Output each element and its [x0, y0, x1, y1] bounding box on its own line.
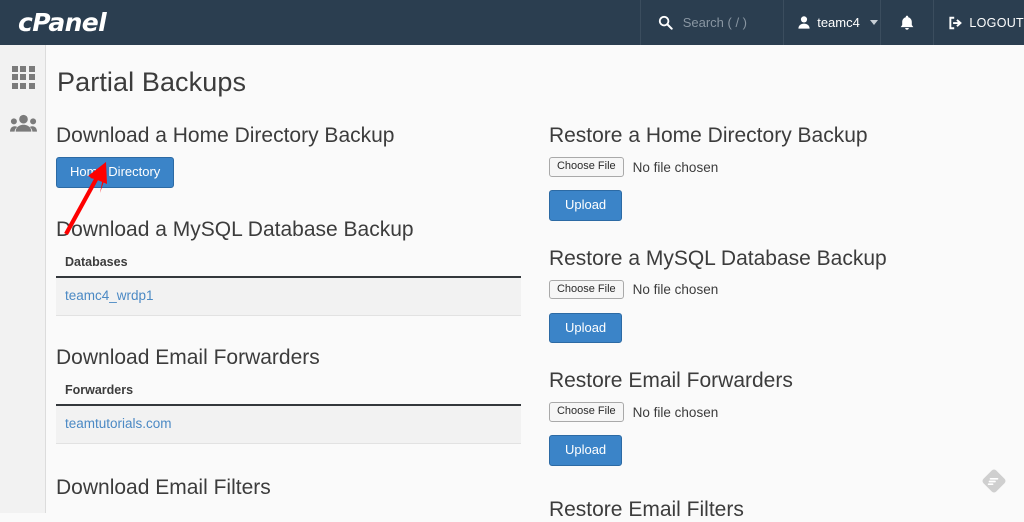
- download-email-forwarders-title: Download Email Forwarders: [56, 346, 540, 370]
- home-directory-button[interactable]: Home Directory: [56, 157, 174, 188]
- table-row[interactable]: teamc4_wrdp1: [56, 278, 521, 316]
- mysql-file-input-row: Choose File No file chosen: [549, 280, 1024, 300]
- download-column: Download a Home Directory Backup Home Di…: [56, 124, 540, 522]
- download-email-filters-title: Download Email Filters: [56, 476, 540, 500]
- feed-badge-icon[interactable]: [978, 465, 1010, 497]
- chevron-down-icon: [870, 20, 878, 25]
- bell-icon: [900, 15, 914, 31]
- sidebar-item-users[interactable]: [0, 100, 46, 146]
- choose-file-button[interactable]: Choose File: [549, 157, 624, 177]
- user-menu[interactable]: teamc4: [783, 0, 880, 45]
- search-placeholder: Search ( / ): [683, 15, 747, 30]
- top-header-bar: cPanel Search ( / ) teamc4: [0, 0, 1024, 45]
- search-box[interactable]: Search ( / ): [640, 0, 784, 45]
- forwarders-table: Forwarders teamtutorials.com: [56, 379, 521, 444]
- two-column-layout: Download a Home Directory Backup Home Di…: [56, 124, 1024, 522]
- logout-button[interactable]: LOGOUT: [933, 0, 1024, 45]
- table-row[interactable]: teamtutorials.com: [56, 406, 521, 444]
- restore-mysql-title: Restore a MySQL Database Backup: [549, 247, 1024, 271]
- users-icon: [10, 114, 37, 132]
- restore-email-filters-title: Restore Email Filters: [549, 498, 1024, 522]
- spacer: [56, 444, 540, 476]
- spacer: [549, 343, 1024, 369]
- databases-table: Databases teamc4_wrdp1: [56, 251, 521, 316]
- logout-icon: [948, 16, 963, 30]
- restore-mysql-section: Restore a MySQL Database Backup Choose F…: [549, 247, 1024, 344]
- file-status-label: No file chosen: [633, 160, 719, 175]
- spacer: [549, 221, 1024, 247]
- forwarder-link[interactable]: teamtutorials.com: [65, 416, 172, 431]
- user-icon: [798, 16, 810, 29]
- sidebar-item-apps-grid[interactable]: [0, 54, 46, 100]
- grid-icon: [12, 66, 35, 89]
- home-dir-file-input-row: Choose File No file chosen: [549, 157, 1024, 177]
- restore-column: Restore a Home Directory Backup Choose F…: [540, 124, 1024, 522]
- databases-table-header: Databases: [56, 251, 521, 278]
- main-content: Partial Backups Download a Home Director…: [47, 45, 1024, 513]
- restore-email-forwarders-section: Restore Email Forwarders Choose File No …: [549, 369, 1024, 466]
- brand-area[interactable]: cPanel: [0, 0, 640, 45]
- download-email-forwarders-section: Download Email Forwarders Forwarders tea…: [56, 346, 540, 444]
- restore-home-directory-title: Restore a Home Directory Backup: [549, 124, 1024, 148]
- cpanel-logo: cPanel: [18, 8, 106, 37]
- file-status-label: No file chosen: [633, 282, 719, 297]
- download-mysql-title: Download a MySQL Database Backup: [56, 218, 540, 242]
- choose-file-button[interactable]: Choose File: [549, 280, 624, 300]
- left-sidebar: [0, 45, 46, 513]
- upload-button[interactable]: Upload: [549, 190, 622, 221]
- spacer: [549, 466, 1024, 498]
- restore-home-directory-section: Restore a Home Directory Backup Choose F…: [549, 124, 1024, 221]
- notifications-button[interactable]: [880, 0, 933, 45]
- download-home-directory-section: Download a Home Directory Backup Home Di…: [56, 124, 540, 188]
- user-name: teamc4: [817, 15, 860, 30]
- forwarders-table-header: Forwarders: [56, 379, 521, 406]
- search-icon: [658, 15, 673, 30]
- spacer: [56, 188, 540, 218]
- logout-label: LOGOUT: [969, 16, 1024, 30]
- upload-button[interactable]: Upload: [549, 435, 622, 466]
- page-title: Partial Backups: [57, 67, 1024, 98]
- restore-email-forwarders-title: Restore Email Forwarders: [549, 369, 1024, 393]
- choose-file-button[interactable]: Choose File: [549, 402, 624, 422]
- download-mysql-section: Download a MySQL Database Backup Databas…: [56, 218, 540, 316]
- database-link[interactable]: teamc4_wrdp1: [65, 288, 154, 303]
- forwarders-file-input-row: Choose File No file chosen: [549, 402, 1024, 422]
- spacer: [56, 316, 540, 346]
- file-status-label: No file chosen: [633, 405, 719, 420]
- download-home-directory-title: Download a Home Directory Backup: [56, 124, 540, 148]
- upload-button[interactable]: Upload: [549, 313, 622, 344]
